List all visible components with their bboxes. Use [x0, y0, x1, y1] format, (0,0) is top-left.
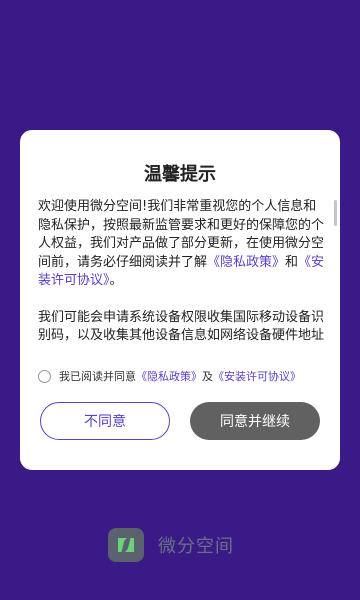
scrollbar[interactable]: [334, 200, 337, 226]
app-name: 微分空间: [158, 536, 234, 557]
agree-continue-button[interactable]: 同意并继续: [190, 402, 320, 440]
dialog-title: 温馨提示: [144, 164, 216, 185]
agree-license-link[interactable]: 《安装许可协议》: [213, 368, 301, 384]
disagree-button[interactable]: 不同意: [40, 402, 170, 440]
paragraph-permissions: 我们可能会申请系统设备权限收集国际移动设备识别码，以及收集其他设备信息如网络设备…: [38, 309, 328, 348]
agree-checkbox-row[interactable]: 我已阅读并同意 《隐私政策》 及 《安装许可协议》: [38, 366, 301, 386]
privacy-policy-link[interactable]: 《隐私政策》: [207, 255, 285, 270]
agree-conjunction: 及: [202, 370, 213, 383]
app-logo-icon: [108, 528, 144, 562]
period-text: 。: [109, 273, 123, 288]
paragraph-intro: 欢迎使用微分空间!我们非常重视您的个人信息和隐私保护，按照最新监管要求和更好的保…: [38, 198, 328, 291]
privacy-dialog: 温馨提示 欢迎使用微分空间!我们非常重视您的个人信息和隐私保护，按照最新监管要求…: [20, 130, 340, 470]
agree-prefix: 我已阅读并同意: [59, 370, 136, 383]
permissions-text: 我们可能会申请系统设备权限收集国际移动设备识别码，以及收集其他设备信息如网络设备…: [38, 309, 325, 348]
agree-radio[interactable]: [38, 369, 51, 383]
brand-footer: 微分空间: [108, 528, 234, 562]
agree-privacy-link[interactable]: 《隐私政策》: [136, 368, 202, 384]
conjunction-text: 和: [285, 254, 299, 270]
dialog-body[interactable]: 欢迎使用微分空间!我们非常重视您的个人信息和隐私保护，按照最新监管要求和更好的保…: [38, 198, 328, 347]
